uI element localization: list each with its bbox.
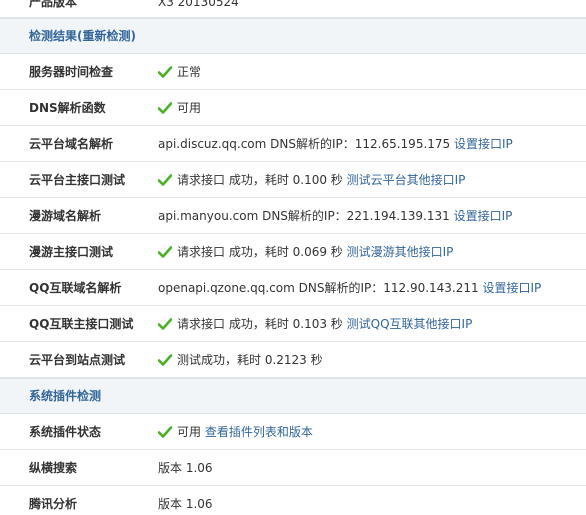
row-status: 请求接口 成功，耗时 0.103 秒 bbox=[177, 317, 343, 331]
check-icon bbox=[158, 174, 172, 186]
diagnostics-panel: 产品版本 X3 20130524 检测结果(重新检测) 服务器时间检查 正常 D… bbox=[0, 0, 586, 515]
row-label: 服务器时间检查 bbox=[29, 65, 114, 79]
row-label: 云平台到站点测试 bbox=[29, 353, 126, 367]
row-label: QQ互联域名解析 bbox=[29, 281, 122, 295]
row-label: 云平台域名解析 bbox=[29, 137, 114, 151]
check-icon bbox=[158, 426, 172, 438]
row-cloud-dns: 云平台域名解析 api.discuz.qq.com DNS解析的IP：112.6… bbox=[0, 126, 586, 162]
section-check-results-title: 检测结果 bbox=[29, 29, 78, 43]
row-plugin-search: 纵横搜索 版本 1.06 bbox=[0, 450, 586, 486]
row-label: 腾讯分析 bbox=[29, 497, 78, 511]
row-server-time: 服务器时间检查 正常 bbox=[0, 54, 586, 90]
row-label: DNS解析函数 bbox=[29, 101, 106, 115]
row-manyou-dns: 漫游域名解析 api.manyou.com DNS解析的IP：221.194.1… bbox=[0, 198, 586, 234]
set-interface-ip-link[interactable]: 设置接口IP bbox=[454, 137, 513, 151]
row-label: 纵横搜索 bbox=[29, 461, 78, 475]
row-cloud-main-interface: 云平台主接口测试 请求接口 成功，耗时 0.100 秒 测试云平台其他接口IP bbox=[0, 162, 586, 198]
check-icon bbox=[158, 246, 172, 258]
set-interface-ip-link[interactable]: 设置接口IP bbox=[482, 281, 541, 295]
row-status: 测试成功，耗时 0.2123 秒 bbox=[177, 353, 323, 367]
test-cloud-other-ip-link[interactable]: 测试云平台其他接口IP bbox=[347, 173, 466, 187]
row-text: api.discuz.qq.com DNS解析的IP：112.65.195.17… bbox=[158, 137, 451, 151]
row-status: 请求接口 成功，耗时 0.100 秒 bbox=[177, 173, 343, 187]
row-plugin-analytics: 腾讯分析 版本 1.06 bbox=[0, 486, 586, 515]
section-plugin-check: 系统插件检测 bbox=[0, 378, 586, 414]
row-label: 漫游域名解析 bbox=[29, 209, 102, 223]
row-label: 漫游主接口测试 bbox=[29, 245, 114, 259]
check-icon bbox=[158, 354, 172, 366]
section-check-results: 检测结果(重新检测) bbox=[0, 18, 586, 54]
recheck-link[interactable]: (重新检测) bbox=[77, 29, 136, 43]
row-manyou-main-interface: 漫游主接口测试 请求接口 成功，耗时 0.069 秒 测试漫游其他接口IP bbox=[0, 234, 586, 270]
section-plugin-check-title: 系统插件检测 bbox=[29, 389, 102, 403]
product-version-row: 产品版本 X3 20130524 bbox=[0, 0, 586, 18]
check-icon bbox=[158, 318, 172, 330]
row-status: 可用 bbox=[177, 101, 202, 115]
check-icon bbox=[158, 66, 172, 78]
row-text: 版本 1.06 bbox=[158, 461, 213, 475]
row-cloud-to-site: 云平台到站点测试 测试成功，耗时 0.2123 秒 bbox=[0, 342, 586, 378]
product-version-value: X3 20130524 bbox=[158, 0, 239, 9]
test-manyou-other-ip-link[interactable]: 测试漫游其他接口IP bbox=[347, 245, 454, 259]
row-text: openapi.qzone.qq.com DNS解析的IP：112.90.143… bbox=[158, 281, 479, 295]
check-icon bbox=[158, 102, 172, 114]
row-qq-connect-main-interface: QQ互联主接口测试 请求接口 成功，耗时 0.103 秒 测试QQ互联其他接口I… bbox=[0, 306, 586, 342]
test-qq-connect-other-ip-link[interactable]: 测试QQ互联其他接口IP bbox=[347, 317, 473, 331]
row-qq-connect-dns: QQ互联域名解析 openapi.qzone.qq.com DNS解析的IP：1… bbox=[0, 270, 586, 306]
product-version-label: 产品版本 bbox=[29, 0, 78, 9]
set-interface-ip-link[interactable]: 设置接口IP bbox=[454, 209, 513, 223]
row-plugin-status: 系统插件状态 可用 查看插件列表和版本 bbox=[0, 414, 586, 450]
row-label: QQ互联主接口测试 bbox=[29, 317, 134, 331]
row-status: 请求接口 成功，耗时 0.069 秒 bbox=[177, 245, 343, 259]
row-status: 正常 bbox=[177, 65, 202, 79]
row-text: api.manyou.com DNS解析的IP：221.194.139.131 bbox=[158, 209, 450, 223]
row-status: 可用 bbox=[177, 425, 202, 439]
view-plugin-list-link[interactable]: 查看插件列表和版本 bbox=[205, 425, 313, 439]
row-dns-function: DNS解析函数 可用 bbox=[0, 90, 586, 126]
row-label: 云平台主接口测试 bbox=[29, 173, 126, 187]
row-text: 版本 1.06 bbox=[158, 497, 213, 511]
row-label: 系统插件状态 bbox=[29, 425, 102, 439]
